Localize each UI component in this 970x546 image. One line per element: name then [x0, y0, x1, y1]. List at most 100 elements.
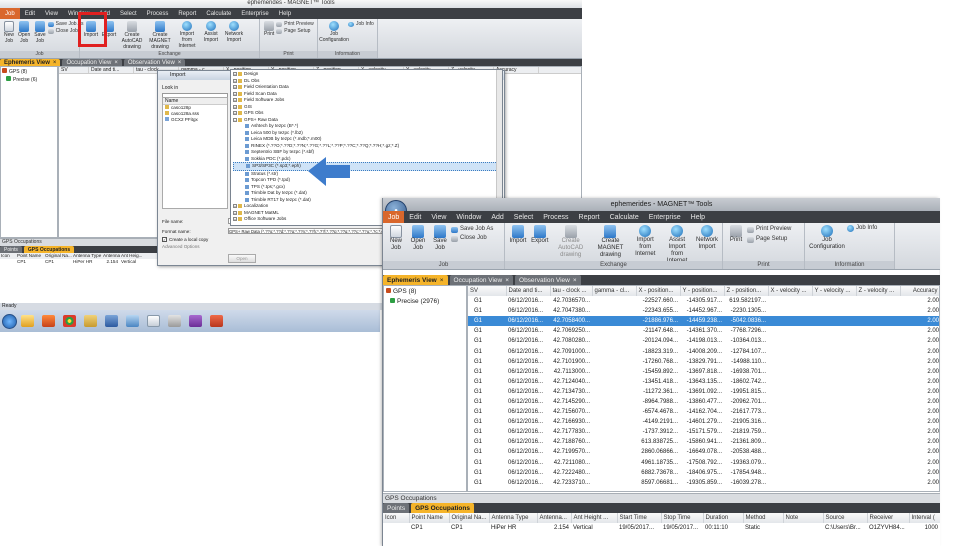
table-row[interactable]: G1 06/12/2016... 42.7101900... -17260.768..…	[468, 357, 939, 367]
occupation-tab[interactable]: Points	[0, 246, 22, 253]
column-header[interactable]: gamma - cl...	[592, 286, 637, 296]
small-assist-import-button[interactable]: Assist Import	[200, 21, 222, 43]
column-header[interactable]: X - position...	[636, 286, 681, 296]
menu-calculate[interactable]: Calculate	[605, 211, 644, 223]
small-save-job-button[interactable]: Save Job	[32, 21, 47, 44]
menu-add[interactable]: Add	[486, 211, 508, 223]
tree-item[interactable]: Precise (2976)	[386, 297, 464, 307]
column-header[interactable]: Method	[743, 513, 784, 523]
column-header[interactable]: X - velocity ...	[768, 286, 813, 296]
column-header[interactable]: Duration	[703, 513, 744, 523]
table-row[interactable]: G1 06/12/2016... 42.7166930... -4149.2191..…	[468, 417, 939, 427]
document-icon[interactable]	[147, 315, 160, 327]
column-header[interactable]: Receiver	[867, 513, 910, 523]
small-new-job-button[interactable]: New Job	[2, 21, 16, 44]
small-job-config-button[interactable]: Job Configuration	[319, 21, 349, 43]
tab-observation-view[interactable]: Observation View ×	[123, 59, 186, 66]
expand-toggle-icon[interactable]: +	[233, 98, 237, 103]
media-player-icon[interactable]	[42, 315, 55, 327]
small-open-job-button[interactable]: Open Job	[16, 21, 32, 44]
column-header[interactable]: tau - clock ...	[550, 286, 593, 296]
open-job-button[interactable]: Open Job	[407, 225, 429, 252]
expand-toggle-icon[interactable]: −	[233, 117, 237, 122]
occupation-tab[interactable]: GPS Occupations	[23, 246, 75, 253]
small-print-button[interactable]: Print	[262, 21, 276, 37]
table-row[interactable]: G1 06/12/2016... 42.7222480... 6882.73678..…	[468, 468, 939, 478]
magnet-tools-icon[interactable]	[105, 315, 118, 327]
menu-select[interactable]: Select	[115, 8, 142, 19]
expand-toggle-icon[interactable]: +	[233, 210, 237, 215]
table-row[interactable]: G1 06/12/2016... 42.7233710... 8597.06681..…	[468, 478, 939, 488]
column-header[interactable]: SV	[59, 67, 89, 73]
column-header[interactable]: Start Time	[617, 513, 662, 523]
table-row[interactable]: G1 06/12/2016... 42.7145290... -8964.7988..…	[468, 397, 939, 407]
column-header[interactable]: Stop Time	[661, 513, 704, 523]
expand-toggle-icon[interactable]: +	[233, 85, 237, 90]
close-tab-icon[interactable]: ×	[440, 277, 444, 284]
table-row[interactable]: G1 06/12/2016... 42.7113000... -15459.892..…	[468, 367, 939, 377]
close-job-button[interactable]: Close Job	[451, 235, 493, 242]
close-tab-icon[interactable]: ×	[178, 60, 182, 66]
column-header[interactable]: Interval (	[909, 513, 940, 523]
small-network-import-button[interactable]: Network Import	[222, 21, 246, 43]
tree-item[interactable]: GPS (8)	[2, 68, 56, 76]
app2-icon[interactable]	[168, 315, 181, 327]
expand-toggle-icon[interactable]: +	[233, 78, 237, 83]
expand-toggle-icon[interactable]: +	[233, 91, 237, 96]
page-setup-button[interactable]: Page Setup	[747, 236, 791, 243]
advanced-options-link[interactable]: Advanced Options	[162, 244, 200, 249]
tree-item[interactable]: Precise (6)	[2, 76, 56, 84]
menu-calculate[interactable]: Calculate	[201, 8, 236, 19]
column-header[interactable]: Z - position...	[724, 286, 769, 296]
column-header[interactable]: Y - position...	[680, 286, 725, 296]
column-header[interactable]: Point Name	[409, 513, 450, 523]
new-job-button[interactable]: New Job	[385, 225, 407, 252]
expand-toggle-icon[interactable]: +	[233, 111, 237, 116]
table-row[interactable]: G1 06/12/2016... 42.7188760... 613.838725..…	[468, 437, 939, 447]
small-print-preview-button[interactable]: Print Preview	[276, 21, 314, 28]
table-row[interactable]: G1 06/12/2016... 42.7047380... -22343.655..…	[468, 306, 939, 316]
tree-item[interactable]: GPS (8)	[386, 287, 464, 297]
occupation-tab[interactable]: GPS Occupations	[411, 503, 474, 513]
table-row[interactable]: G1 06/12/2016... 42.7211080... 4961.18735..…	[468, 458, 939, 468]
column-header[interactable]: Accuracy	[900, 286, 939, 296]
table-row[interactable]: G1 06/12/2016... 42.7080280... -20124.094..…	[468, 336, 939, 346]
job-info-button[interactable]: Job Info	[847, 225, 877, 232]
menu-enterprise[interactable]: Enterprise	[644, 211, 686, 223]
table-row[interactable]: G1 06/12/2016... 42.7177830... -1737.3912..…	[468, 427, 939, 437]
menu-help[interactable]: Help	[274, 8, 296, 19]
occupation-tab[interactable]: Points	[383, 503, 410, 513]
small-autocad-button[interactable]: Create AutoCAD drawing	[118, 21, 146, 50]
save-job-button[interactable]: Save Job	[429, 225, 451, 252]
menu-process[interactable]: Process	[538, 211, 573, 223]
menu-view[interactable]: View	[40, 8, 63, 19]
column-header[interactable]: Source	[823, 513, 868, 523]
small-import-internet-button[interactable]: Import from Internet	[174, 21, 200, 49]
column-header[interactable]: Antenna Type	[489, 513, 538, 523]
column-header[interactable]: Original Na...	[449, 513, 490, 523]
folder-icon[interactable]	[84, 315, 97, 327]
menu-view[interactable]: View	[426, 211, 451, 223]
table-row[interactable]: G1 06/12/2016... 42.7156070... -6574.4678..…	[468, 407, 939, 417]
menu-job[interactable]: Job	[383, 211, 405, 223]
tab-ephemeris-view[interactable]: Ephemeris View ×	[0, 59, 61, 66]
column-header[interactable]: Note	[783, 513, 824, 523]
menu-edit[interactable]: Edit	[404, 211, 426, 223]
print-button[interactable]: Print	[725, 225, 747, 244]
column-header[interactable]: SV	[468, 286, 507, 296]
column-header[interactable]: Ant Height ...	[571, 513, 618, 523]
tab-occupation-view[interactable]: Occupation View ×	[449, 275, 514, 285]
tab-observation-view[interactable]: Observation View ×	[515, 275, 581, 285]
expand-toggle-icon[interactable]: +	[233, 217, 237, 222]
start-button-icon[interactable]	[2, 313, 17, 329]
table-row[interactable]: G1 06/12/2016... 42.7124040... -13451.418..…	[468, 377, 939, 387]
menu-report[interactable]: Report	[173, 8, 201, 19]
import-from-internet-button[interactable]: Import from Internet	[630, 225, 660, 258]
menu-report[interactable]: Report	[574, 211, 605, 223]
explorer-icon[interactable]	[21, 315, 34, 327]
small-job-info-button[interactable]: Job Info	[348, 21, 374, 28]
file-item[interactable]: GCX2 PFitgx	[165, 117, 227, 123]
table-row[interactable]: G1 06/12/2016... 42.7036570... -22527.660..…	[468, 296, 939, 306]
print-preview-button[interactable]: Print Preview	[747, 226, 791, 233]
menu-window[interactable]: Window	[451, 211, 486, 223]
